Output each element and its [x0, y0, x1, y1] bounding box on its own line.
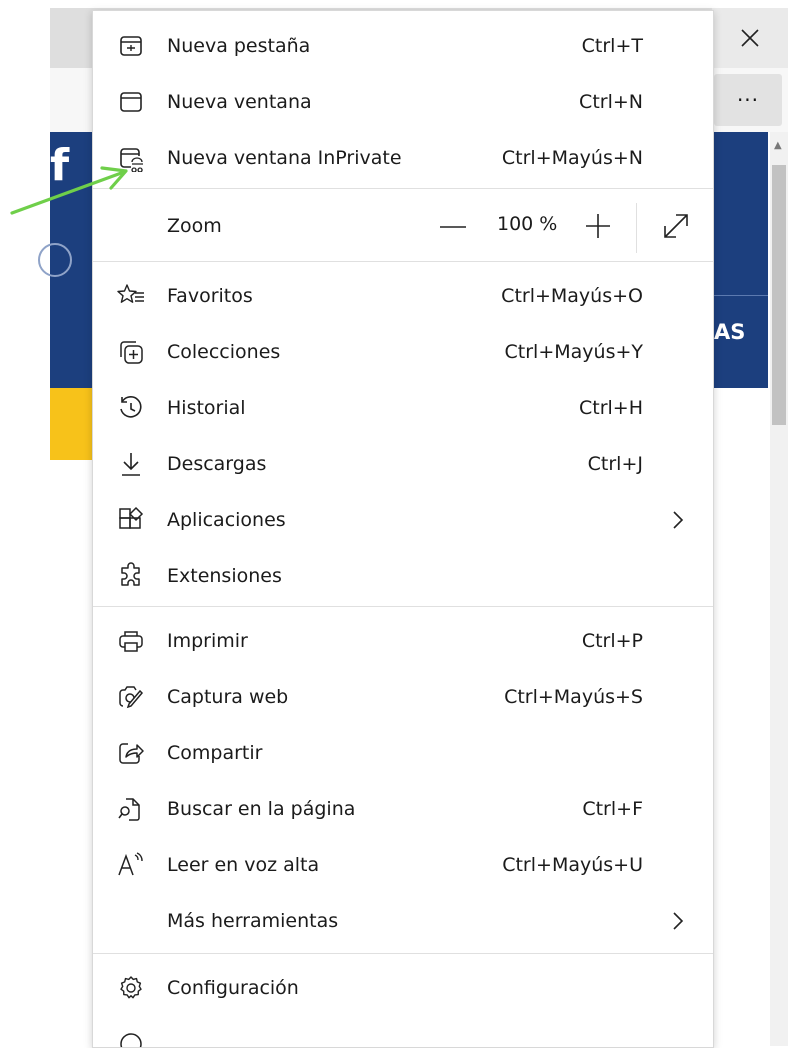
menu-item-find-on-page[interactable]: Buscar en la página Ctrl+F [93, 781, 713, 837]
menu-item-more-tools[interactable]: Más herramientas [93, 893, 713, 949]
menu-item-web-capture[interactable]: Captura web Ctrl+Mayús+S [93, 669, 713, 725]
menu-item-share[interactable]: Compartir [93, 725, 713, 781]
history-icon [120, 396, 142, 418]
chevron-right-icon [673, 912, 684, 930]
find-on-page-icon [118, 798, 140, 821]
zoom-divider [636, 203, 637, 253]
close-icon [741, 29, 759, 47]
menu-item-new-tab[interactable]: Nueva pestaña Ctrl+T [93, 18, 713, 74]
menu-item-label: Colecciones [167, 341, 281, 363]
menu-item-shortcut: Ctrl+H [578, 397, 643, 419]
menu-item-shortcut: Ctrl+F [582, 798, 643, 820]
menu-item-shortcut: Ctrl+Mayús+U [502, 854, 643, 876]
menu-item-shortcut: Ctrl+T [581, 35, 643, 57]
menu-item-settings[interactable]: Configuración [93, 960, 713, 1016]
settings-icon [120, 976, 142, 999]
menu-item-favorites[interactable]: Favoritos Ctrl+Mayús+O [93, 268, 713, 324]
menu-item-zoom: Zoom [93, 198, 713, 254]
read-aloud-icon [118, 852, 143, 876]
scroll-up-icon[interactable]: ▲ [774, 140, 782, 151]
menu-item-shortcut: Ctrl+Mayús+N [501, 147, 643, 169]
print-icon [119, 631, 143, 652]
menu-item-label: Favoritos [167, 285, 253, 307]
menu-item-label: Extensiones [167, 565, 282, 587]
menu-item-shortcut: Ctrl+P [581, 630, 643, 652]
menu-item-shortcut: Ctrl+Mayús+S [504, 686, 643, 708]
more-icon: ··· [736, 88, 760, 112]
menu-item-collections[interactable]: Colecciones Ctrl+Mayús+Y [93, 324, 713, 380]
page-round-button[interactable] [38, 243, 72, 277]
menu-item-label: Configuración [167, 977, 299, 999]
collections-icon [120, 341, 143, 364]
menu-item-partial[interactable] [93, 1016, 713, 1047]
zoom-value: 100 % [497, 213, 558, 235]
menu-item-downloads[interactable]: Descargas Ctrl+J [93, 436, 713, 492]
annotation-arrow [10, 166, 128, 215]
menu-item-shortcut: Ctrl+Mayús+O [501, 285, 643, 307]
menu-item-new-window[interactable]: Nueva ventana Ctrl+N [93, 74, 713, 130]
close-window-button[interactable] [712, 8, 788, 68]
menu-item-new-inprivate-window[interactable]: Nueva ventana InPrivate Ctrl+Mayús+N [93, 130, 713, 186]
menu-item-label: Más herramientas [167, 910, 339, 932]
new-window-icon [120, 92, 142, 112]
menu-separator [93, 953, 713, 954]
help-icon [120, 1033, 142, 1047]
menu-separator [93, 261, 713, 262]
share-icon [119, 743, 144, 764]
menu-item-label: Aplicaciones [167, 509, 286, 531]
settings-and-more-button[interactable]: ··· [714, 74, 782, 126]
zoom-label: Zoom [167, 215, 222, 237]
menu-item-label: Leer en voz alta [167, 854, 320, 876]
menu-item-label: Historial [167, 397, 246, 419]
menu-item-label: Nueva pestaña [167, 35, 311, 57]
web-capture-icon [119, 686, 144, 709]
menu-item-label: Captura web [167, 686, 289, 708]
menu-item-label: Descargas [167, 453, 267, 475]
menu-item-read-aloud[interactable]: Leer en voz alta Ctrl+Mayús+U [93, 837, 713, 893]
chevron-right-icon [673, 511, 684, 529]
new-tab-icon [120, 36, 142, 56]
menu-item-shortcut: Ctrl+Mayús+Y [504, 341, 643, 363]
page-nav-partial-text[interactable]: AS [714, 320, 745, 344]
menu-item-label: Nueva ventana InPrivate [167, 147, 402, 169]
menu-item-shortcut: Ctrl+N [579, 91, 643, 113]
menu-item-label: Buscar en la página [167, 798, 356, 820]
scrollbar-thumb[interactable] [772, 165, 786, 425]
apps-icon [119, 506, 144, 529]
menu-item-print[interactable]: Imprimir Ctrl+P [93, 613, 713, 669]
favorites-icon [117, 284, 144, 303]
menu-item-history[interactable]: Historial Ctrl+H [93, 380, 713, 436]
page-divider [712, 295, 768, 296]
menu-item-label: Compartir [167, 742, 263, 764]
menu-item-extensions[interactable]: Extensiones [93, 548, 713, 604]
menu-separator [93, 606, 713, 607]
extensions-icon [121, 562, 140, 586]
downloads-icon [122, 453, 140, 476]
menu-item-label: Nueva ventana [167, 91, 312, 113]
menu-item-apps[interactable]: Aplicaciones [93, 492, 713, 548]
zoom-out-icon[interactable] [433, 211, 473, 251]
zoom-in-icon[interactable] [581, 209, 615, 243]
menu-separator [93, 188, 713, 189]
menu-item-shortcut: Ctrl+J [587, 453, 643, 475]
menu-item-label: Imprimir [167, 630, 248, 652]
settings-and-more-menu: Nueva pestaña Ctrl+T Nueva ventana Ctrl+… [92, 10, 714, 1048]
page-banner [50, 388, 92, 460]
fullscreen-icon[interactable] [659, 209, 693, 243]
